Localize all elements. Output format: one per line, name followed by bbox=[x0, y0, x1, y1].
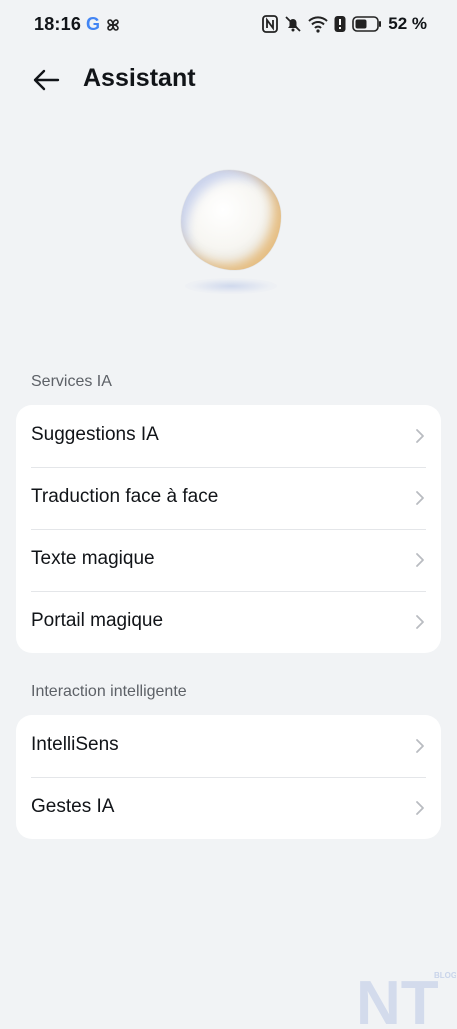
chevron-right-icon bbox=[415, 800, 425, 816]
svg-text:BLOG: BLOG bbox=[434, 971, 456, 980]
muted-bell-icon bbox=[284, 15, 302, 33]
svg-text:NT: NT bbox=[356, 969, 439, 1024]
item-label: Suggestions IA bbox=[31, 424, 159, 445]
status-time: 18:16 bbox=[34, 14, 82, 34]
list-item-traduction-face-a-face[interactable]: Traduction face à face bbox=[16, 467, 441, 529]
chevron-right-icon bbox=[415, 738, 425, 754]
list-item-gestes-ia[interactable]: Gestes IA bbox=[16, 777, 441, 839]
google-icon: G bbox=[86, 14, 101, 34]
services-ia-card: Suggestions IA Traduction face à face Te… bbox=[16, 405, 441, 653]
header: Assistant bbox=[0, 56, 457, 104]
status-left-icons: G bbox=[86, 14, 122, 35]
chevron-right-icon bbox=[415, 490, 425, 506]
list-item-intellisens[interactable]: IntelliSens bbox=[16, 715, 441, 777]
item-label: Traduction face à face bbox=[31, 486, 219, 507]
section-header-services-ia: Services IA bbox=[31, 373, 112, 390]
item-label: Texte magique bbox=[31, 548, 155, 569]
battery-percent: 52 % bbox=[388, 14, 427, 33]
chevron-right-icon bbox=[415, 614, 425, 630]
chevron-right-icon bbox=[415, 428, 425, 444]
nt-blog-watermark-logo: NT BLOG bbox=[356, 966, 457, 1029]
pinwheel-icon bbox=[104, 16, 122, 34]
chevron-right-icon bbox=[415, 552, 425, 568]
item-label: Portail magique bbox=[31, 610, 164, 631]
nfc-icon bbox=[262, 15, 279, 33]
orb-shape bbox=[181, 170, 281, 270]
list-item-suggestions-ia[interactable]: Suggestions IA bbox=[16, 405, 441, 467]
battery-icon bbox=[352, 16, 382, 32]
item-label: IntelliSens bbox=[31, 734, 119, 755]
section-header-interaction-intelligente: Interaction intelligente bbox=[31, 683, 187, 700]
alert-icon bbox=[334, 15, 346, 33]
interaction-intelligente-card: IntelliSens Gestes IA bbox=[16, 715, 441, 839]
page-title: Assistant bbox=[83, 64, 196, 92]
item-label: Gestes IA bbox=[31, 796, 115, 817]
orb-reflection bbox=[185, 278, 277, 294]
wifi-icon bbox=[308, 15, 328, 33]
list-item-texte-magique[interactable]: Texte magique bbox=[16, 529, 441, 591]
back-button[interactable] bbox=[26, 62, 66, 98]
arrow-left-icon bbox=[32, 68, 60, 92]
list-item-portail-magique[interactable]: Portail magique bbox=[16, 591, 441, 653]
status-right-icons: 52 % bbox=[262, 14, 427, 34]
status-bar: 18:16 G 52 % bbox=[0, 0, 457, 50]
assistant-orb-illustration bbox=[110, 140, 346, 340]
